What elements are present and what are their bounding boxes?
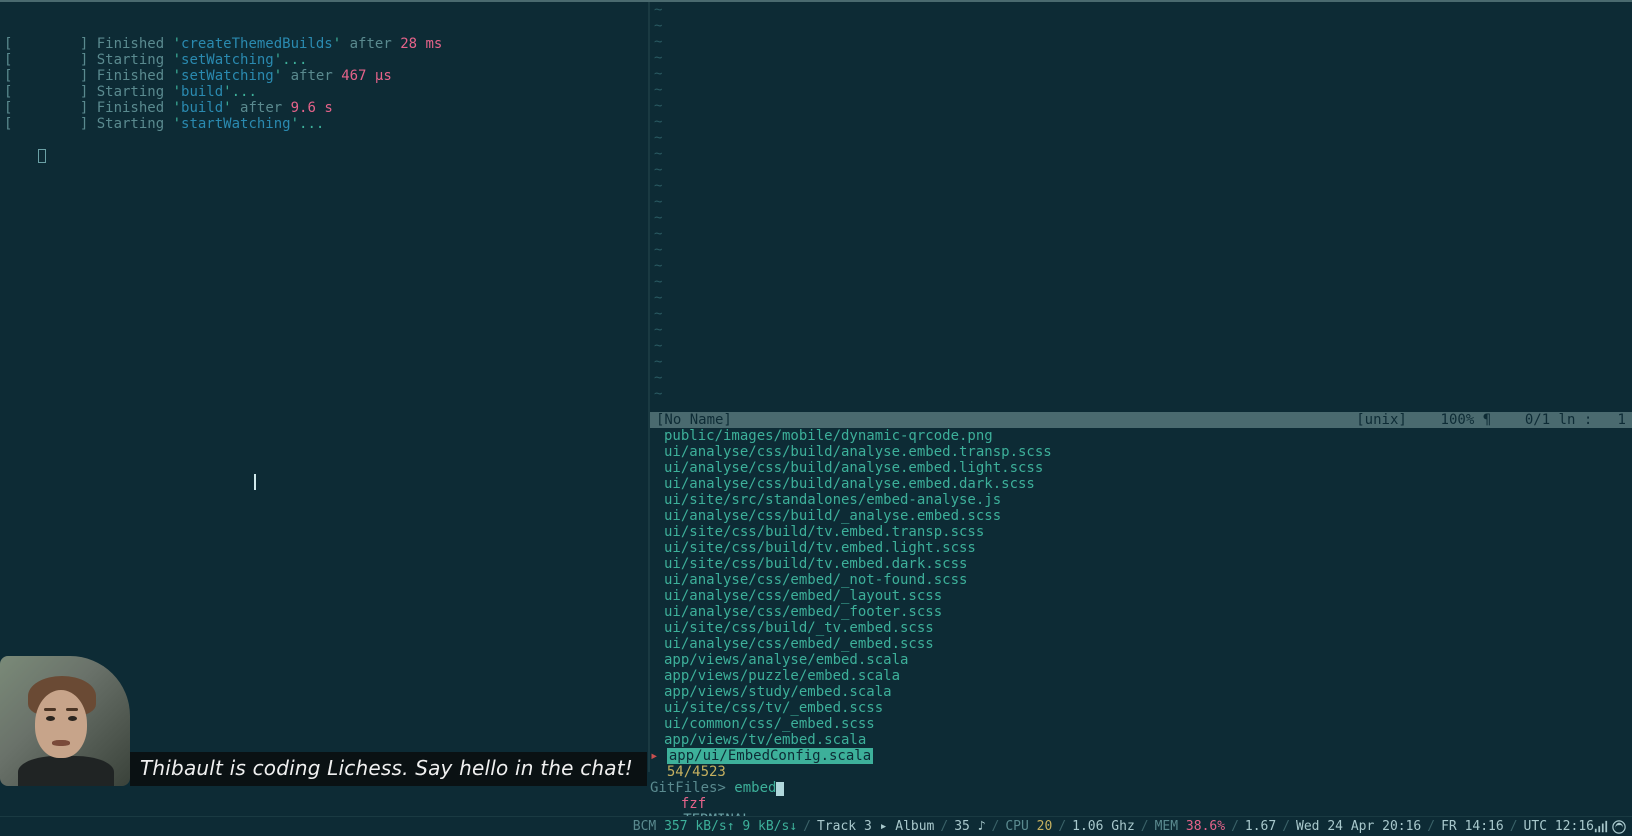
fzf-item[interactable]: app/views/tv/embed.scala	[664, 732, 1632, 748]
fzf-item[interactable]: ui/site/css/build/tv.embed.dark.scss	[664, 556, 1632, 572]
net-up: 357 kB/s↑	[664, 819, 742, 834]
log-line: [ ] Finished 'build' after 9.6 s	[4, 100, 644, 116]
fzf-item[interactable]: ui/analyse/css/embed/_layout.scss	[664, 588, 1632, 604]
fzf-item[interactable]: ui/analyse/css/build/analyse.embed.dark.…	[664, 476, 1632, 492]
fzf-item[interactable]: ui/site/css/build/tv.embed.light.scss	[664, 540, 1632, 556]
load-avg: 1.67	[1245, 819, 1276, 834]
fzf-result-list[interactable]: public/images/mobile/dynamic-qrcode.pngu…	[650, 428, 1632, 772]
fzf-item[interactable]: app/views/study/embed.scala	[664, 684, 1632, 700]
terminal-cursor	[38, 149, 46, 163]
mem-value: 38.6%	[1186, 819, 1225, 834]
signal-icon	[1594, 820, 1608, 834]
editor-right[interactable]: ~ ~ ~ ~ ~ ~ ~ ~ ~ ~ ~ ~ ~ ~ ~ ~ ~ ~ ~ ~ …	[650, 2, 1632, 772]
cpu-value: 20	[1037, 819, 1053, 834]
tray-icons[interactable]	[1594, 820, 1626, 834]
fzf-item[interactable]: ui/analyse/css/embed/_footer.scss	[664, 604, 1632, 620]
log-line: [ ] Finished 'createThemedBuilds' after …	[4, 36, 644, 52]
fzf-item[interactable]: ui/site/src/standalones/embed-analyse.js	[664, 492, 1632, 508]
net-down: 9 kB/s↓	[742, 819, 797, 834]
music-track: Track 3 ▸ Album	[817, 819, 934, 834]
webcam-overlay	[0, 656, 130, 786]
cpu-label: CPU	[1005, 819, 1036, 834]
fzf-count: 54/4523	[650, 764, 1632, 780]
fzf-item[interactable]: ui/analyse/css/build/_analyse.embed.scss	[664, 508, 1632, 524]
clock-local: Wed 24 Apr 20:16	[1296, 819, 1421, 834]
log-line: [ ] Finished 'setWatching' after 467 μs	[4, 68, 644, 84]
fzf-item[interactable]: ui/site/css/build/tv.embed.transp.scss	[664, 524, 1632, 540]
fzf-item[interactable]: ui/analyse/css/build/analyse.embed.light…	[664, 460, 1632, 476]
fzf-item[interactable]: ui/common/css/_embed.scss	[664, 716, 1632, 732]
fzf-item[interactable]: ui/analyse/css/embed/_embed.scss	[664, 636, 1632, 652]
fzf-prompt[interactable]: GitFiles> embed	[650, 780, 1632, 796]
file-encoding: [unix]	[1356, 412, 1407, 428]
fzf-item[interactable]: app/views/puzzle/embed.scala	[664, 668, 1632, 684]
scroll-percent: 100% ¶	[1441, 412, 1492, 428]
stream-caption: Thibault is coding Lichess. Say hello in…	[130, 752, 647, 786]
fzf-item[interactable]: ui/site/css/tv/_embed.scss	[664, 700, 1632, 716]
fzf-item[interactable]: ui/site/css/build/_tv.embed.scss	[664, 620, 1632, 636]
system-statusbar: BCM 357 kB/s↑ 9 kB/s↓ / Track 3 ▸ Album …	[0, 816, 1632, 836]
cpu-ghz: 1.06 Ghz	[1072, 819, 1135, 834]
log-line: [ ] Starting 'setWatching'...	[4, 52, 644, 68]
log-line: [ ] Starting 'build'...	[4, 84, 644, 100]
clock-utc: UTC 12:16	[1524, 819, 1594, 834]
vim-statusline: [No Name] [unix] 100% ¶ 0/1 ln : 1	[650, 412, 1632, 428]
buffer-name: [No Name]	[656, 412, 732, 428]
screen: [ ] Finished 'createThemedBuilds' after …	[0, 0, 1632, 836]
vim-empty-lines: ~ ~ ~ ~ ~ ~ ~ ~ ~ ~ ~ ~ ~ ~ ~ ~ ~ ~ ~ ~ …	[650, 2, 1632, 402]
fzf-item[interactable]: ui/analyse/css/build/analyse.embed.trans…	[664, 444, 1632, 460]
net-label: BCM	[633, 819, 664, 834]
mem-label: MEM	[1155, 819, 1186, 834]
cursor-position: 0/1 ln : 1	[1525, 412, 1626, 428]
fzf-item[interactable]: app/views/analyse/embed.scala	[664, 652, 1632, 668]
fzf-item[interactable]: public/images/mobile/dynamic-qrcode.png	[664, 428, 1632, 444]
fzf-item[interactable]: ui/analyse/css/embed/_not-found.scss	[664, 572, 1632, 588]
fzf-item-selected[interactable]: ▸ app/ui/EmbedConfig.scala	[650, 748, 1632, 764]
fzf-title: fzf	[650, 796, 1632, 812]
log-line: [ ] Starting 'startWatching'...	[4, 116, 644, 132]
clock-fr: FR 14:16	[1441, 819, 1504, 834]
music-extra: 35 ♪	[954, 819, 985, 834]
obs-icon	[1612, 820, 1626, 834]
text-caret	[254, 474, 256, 490]
